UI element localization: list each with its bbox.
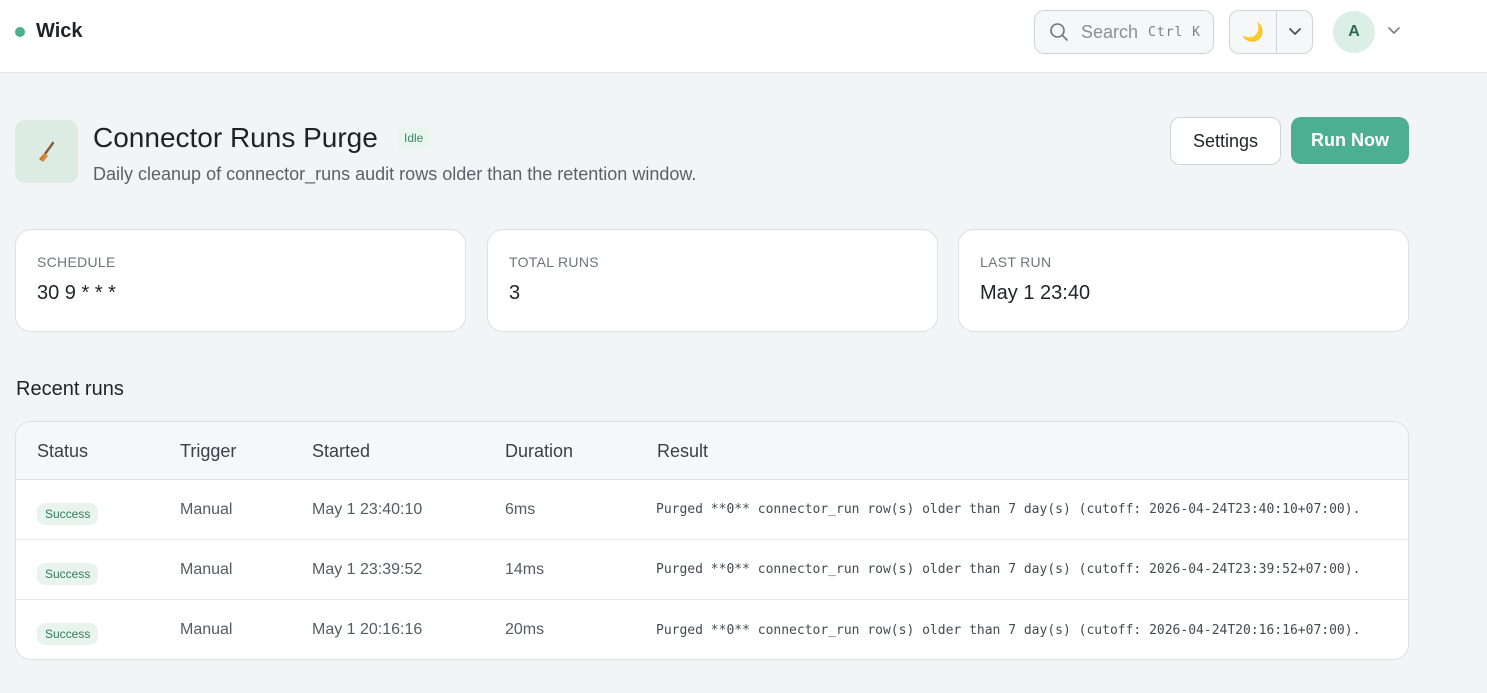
stat-value: 30 9 * * * xyxy=(37,282,116,304)
table-header: Status Trigger Started Duration Result xyxy=(16,422,1408,480)
table-row[interactable]: Success Manual May 1 23:39:52 14ms Purge… xyxy=(16,540,1408,600)
stat-value: May 1 23:40 xyxy=(980,282,1091,304)
stat-card-total-runs: TOTAL RUNS 3 xyxy=(487,229,938,332)
stat-label: LAST RUN xyxy=(980,254,1052,270)
settings-button[interactable]: Settings xyxy=(1170,117,1281,165)
status-pill: Success xyxy=(37,623,99,645)
moon-icon: 🌙 xyxy=(1241,21,1265,42)
avatar[interactable]: A xyxy=(1333,11,1375,53)
top-bar: Wick Search Ctrl K 🌙 A xyxy=(0,0,1487,73)
started-cell: May 1 23:40:10 xyxy=(312,500,423,518)
account-menu-chevron-icon[interactable] xyxy=(1386,25,1402,37)
search-button[interactable]: Search Ctrl K xyxy=(1034,10,1214,54)
page-title: Connector Runs Purge xyxy=(93,122,378,153)
stat-label: TOTAL RUNS xyxy=(509,254,599,270)
duration-cell: 6ms xyxy=(505,500,536,518)
theme-menu-button[interactable] xyxy=(1277,11,1312,53)
stat-card-schedule: SCHEDULE 30 9 * * * xyxy=(15,229,466,332)
broom-icon xyxy=(38,141,54,162)
status-pill: Success xyxy=(37,562,99,585)
table-row[interactable]: Success Manual May 1 20:16:16 20ms Purge… xyxy=(16,600,1408,659)
stat-card-last-run: LAST RUN May 1 23:40 xyxy=(958,229,1409,332)
column-header-result: Result xyxy=(657,441,709,461)
section-title: Recent runs xyxy=(16,378,124,400)
stat-value: 3 xyxy=(509,282,521,304)
column-header-status: Status xyxy=(37,441,89,461)
column-header-duration: Duration xyxy=(505,441,574,461)
result-cell: Purged **0** connector_run row(s) older … xyxy=(656,562,1361,577)
started-cell: May 1 20:16:16 xyxy=(312,621,423,638)
result-cell: Purged **0** connector_run row(s) older … xyxy=(656,502,1361,517)
status-pill: Success xyxy=(37,502,99,525)
column-header-started: Started xyxy=(312,441,371,461)
duration-cell: 20ms xyxy=(505,621,545,638)
started-cell: May 1 23:39:52 xyxy=(312,560,423,578)
column-header-trigger: Trigger xyxy=(180,441,237,461)
theme-toggle-button[interactable]: 🌙 xyxy=(1230,11,1277,53)
status-dot-icon xyxy=(15,26,25,37)
duration-cell: 14ms xyxy=(505,560,545,578)
job-description: Daily cleanup of connector_runs audit ro… xyxy=(93,164,697,184)
trigger-cell: Manual xyxy=(180,621,233,638)
status-badge: Idle xyxy=(397,127,431,149)
search-icon xyxy=(1050,23,1068,41)
theme-switcher: 🌙 xyxy=(1229,10,1313,54)
app-name: Wick xyxy=(36,20,83,42)
trigger-cell: Manual xyxy=(180,560,233,578)
chevron-down-icon xyxy=(1288,28,1301,35)
search-placeholder: Search xyxy=(1081,21,1139,42)
table-row[interactable]: Success Manual May 1 23:40:10 6ms Purged… xyxy=(16,480,1408,540)
job-icon xyxy=(15,120,78,183)
stat-label: SCHEDULE xyxy=(37,254,116,270)
search-shortcut: Ctrl K xyxy=(1148,24,1202,40)
brand[interactable]: Wick xyxy=(15,20,83,43)
run-now-button[interactable]: Run Now xyxy=(1291,117,1409,164)
runs-table: Status Trigger Started Duration Result S… xyxy=(15,421,1409,660)
result-cell: Purged **0** connector_run row(s) older … xyxy=(656,622,1361,638)
trigger-cell: Manual xyxy=(180,500,233,518)
